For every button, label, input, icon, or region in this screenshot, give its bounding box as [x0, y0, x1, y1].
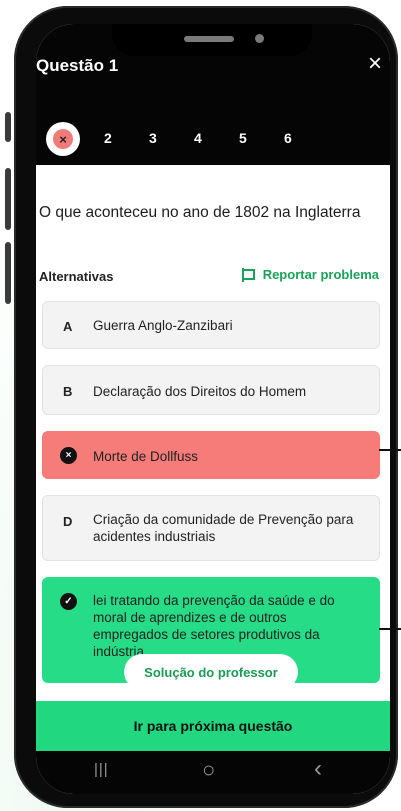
question-text: O que aconteceu no ano de 1802 na Inglat… [39, 204, 361, 221]
flag-icon [241, 267, 255, 282]
report-problem-label: Reportar problema [262, 267, 379, 282]
teacher-solution-button[interactable]: Solução do professor [124, 654, 298, 690]
home-icon[interactable]: ○ [202, 757, 215, 783]
question-number-5[interactable]: 5 [239, 130, 247, 146]
system-navigation-bar: ||| ○ ‹ [36, 751, 390, 794]
close-icon[interactable]: × [368, 52, 382, 76]
page-title: Questão 1 [36, 56, 119, 75]
correct-answer-icon: ✓ [60, 593, 77, 610]
alternative-d[interactable]: D Criação da comunidade de Prevenção par… [42, 495, 380, 561]
callout-pointer-correct [379, 628, 401, 630]
alternative-letter: D [63, 514, 73, 529]
phone-notch [112, 24, 312, 56]
alternatives-label: Alternativas [39, 269, 114, 284]
alternative-a[interactable]: A Guerra Anglo-Zanzibari [42, 301, 380, 349]
camera-icon [255, 34, 264, 43]
alternative-text: lei tratando da prevenção da saúde e do … [93, 593, 335, 659]
phone-volume-up [5, 168, 11, 230]
alternative-text: Guerra Anglo-Zanzibari [93, 318, 233, 333]
alternative-letter: B [63, 384, 73, 399]
app-screen: Questão 1 × × 2 3 4 5 6 O que aconteceu … [36, 24, 390, 794]
phone-volume-down [5, 242, 11, 304]
question-number-2[interactable]: 2 [104, 130, 112, 146]
alternative-text: Morte de Dollfuss [93, 449, 199, 464]
question-number-4[interactable]: 4 [194, 130, 202, 146]
recent-apps-icon[interactable]: ||| [94, 761, 109, 778]
alternative-letter: A [63, 319, 73, 334]
question-1-status[interactable]: × [46, 122, 80, 156]
question-number-3[interactable]: 3 [149, 130, 157, 146]
wrong-answer-icon: × [53, 129, 73, 149]
question-navigator: × 2 3 4 5 6 [36, 122, 390, 158]
alternative-text: Declaração dos Direitos do Homem [93, 384, 307, 399]
wrong-answer-icon: × [60, 447, 77, 464]
next-question-button[interactable]: Ir para próxima questão [36, 701, 390, 751]
phone-side-button [5, 112, 11, 142]
back-icon[interactable]: ‹ [314, 755, 322, 783]
report-problem-link[interactable]: Reportar problema [241, 267, 379, 282]
question-number-6[interactable]: 6 [284, 130, 292, 146]
speaker-icon [184, 36, 234, 42]
alternative-text: Criação da comunidade de Prevenção para … [93, 512, 354, 544]
callout-pointer-wrong [379, 449, 401, 451]
alternative-c-wrong[interactable]: × Morte de Dollfuss [42, 431, 380, 479]
alternative-b[interactable]: B Declaração dos Direitos do Homem [42, 365, 380, 415]
